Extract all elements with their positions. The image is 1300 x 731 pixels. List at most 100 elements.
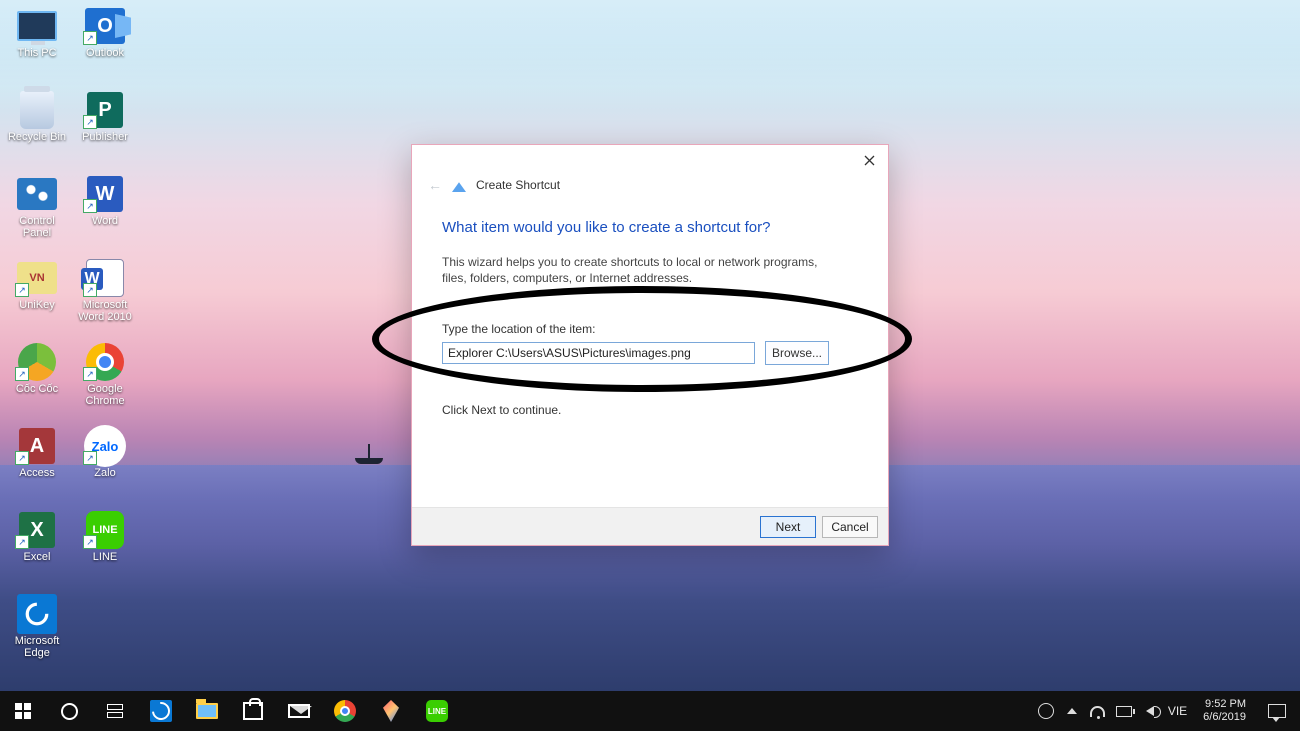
battery-button[interactable] [1116,703,1132,719]
cancel-button[interactable]: Cancel [822,516,878,538]
pc-icon [17,11,57,41]
windows-logo-icon [15,703,31,719]
taskbar-edge[interactable] [138,691,184,731]
line-icon: LINE [426,700,448,722]
search-icon [61,703,78,720]
desktop-icon-word-2010[interactable]: ↗ Microsoft Word 2010 [73,257,137,335]
speaker-icon [1146,706,1154,716]
edge-icon [150,700,172,722]
clock-time: 9:52 PM [1205,698,1246,711]
clock-button[interactable]: 9:52 PM 6/6/2019 [1195,698,1254,724]
store-icon [243,702,263,720]
dialog-heading: What item would you like to create a sho… [442,219,858,236]
sailboat-decoration [355,458,383,464]
shortcut-arrow-icon: ↗ [15,367,29,381]
shortcut-arrow-icon: ↗ [83,31,97,45]
wifi-icon [1090,706,1105,717]
desktop-icon-label: Zalo [94,467,115,479]
battery-icon [1116,706,1132,717]
desktop-icon-label: Control Panel [5,215,69,239]
desktop-icon-coccoc[interactable]: ↗ Cốc Cốc [5,341,69,419]
tray-overflow-button[interactable] [1064,703,1080,719]
dialog-footer: Next Cancel [412,507,888,545]
task-view-button[interactable] [92,691,138,731]
desktop-icon-excel[interactable]: X↗ Excel [5,509,69,587]
people-icon [1038,703,1054,719]
task-view-icon [107,704,123,718]
desktop-icon-publisher[interactable]: P↗ Publisher [73,89,137,167]
location-field-label: Type the location of the item: [442,322,858,336]
folder-icon [196,703,218,719]
desktop-icon-label: Microsoft Edge [5,635,69,659]
control-panel-icon [17,178,57,210]
desktop-icon-label: Word [92,215,118,227]
shortcut-arrow-icon: ↗ [83,283,97,297]
dialog-description: This wizard helps you to create shortcut… [442,254,822,286]
desktop-icon-word[interactable]: W↗ Word [73,173,137,251]
desktop-icon-label: LINE [93,551,117,563]
dialog-title: Create Shortcut [476,178,560,192]
shortcut-arrow-icon: ↗ [83,535,97,549]
maps-icon [383,700,399,722]
volume-button[interactable] [1142,703,1158,719]
desktop-icon-chrome[interactable]: ↗ Google Chrome [73,341,137,419]
desktop-icon-line[interactable]: LINE↗ LINE [73,509,137,587]
desktop-icon-grid: This PC O↗ Outlook Recycle Bin P↗ Publis… [5,5,137,671]
location-input[interactable] [442,342,755,364]
continue-hint: Click Next to continue. [442,403,858,417]
desktop-icon-label: Publisher [82,131,128,143]
next-button[interactable]: Next [760,516,816,538]
desktop-icon-label: Cốc Cốc [16,383,58,395]
create-shortcut-dialog: ← Create Shortcut What item would you li… [411,144,889,546]
search-button[interactable] [46,691,92,731]
desktop-icon-zalo[interactable]: Zalo↗ Zalo [73,425,137,503]
clock-date: 6/6/2019 [1203,711,1246,724]
taskbar-maps[interactable] [368,691,414,731]
start-button[interactable] [0,691,46,731]
close-icon [864,155,875,166]
desktop-icon-access[interactable]: A↗ Access [5,425,69,503]
desktop-icon-control-panel[interactable]: Control Panel [5,173,69,251]
shortcut-arrow-icon: ↗ [83,451,97,465]
taskbar-right: VIE 9:52 PM 6/6/2019 [1030,691,1300,731]
sky-highlight [0,0,1300,110]
taskbar: LINE VIE 9:52 PM 6/6/2019 [0,691,1300,731]
taskbar-mail[interactable] [276,691,322,731]
edge-icon [17,594,57,634]
shortcut-arrow-icon: ↗ [15,451,29,465]
ime-indicator[interactable]: VIE [1168,704,1187,718]
taskbar-line[interactable]: LINE [414,691,460,731]
desktop-icon-outlook[interactable]: O↗ Outlook [73,5,137,83]
shortcut-arrow-icon: ↗ [83,199,97,213]
desktop-icon-unikey[interactable]: VN↗ UniKey [5,257,69,335]
desktop-icon-label: Google Chrome [73,383,137,407]
desktop-icon-label: Recycle Bin [8,131,66,143]
desktop-icon-label: Access [19,467,54,479]
taskbar-chrome[interactable] [322,691,368,731]
desktop-icon-label: This PC [17,47,56,59]
shortcut-arrow-icon: ↗ [83,115,97,129]
shortcut-arrow-icon: ↗ [15,535,29,549]
taskbar-file-explorer[interactable] [184,691,230,731]
desktop-icon-this-pc[interactable]: This PC [5,5,69,83]
desktop-icon-edge[interactable]: Microsoft Edge [5,593,69,671]
taskbar-store[interactable] [230,691,276,731]
browse-button[interactable]: Browse... [765,341,829,365]
location-field-row: Browse... [442,341,858,365]
shortcut-arrow-icon: ↗ [83,367,97,381]
people-button[interactable] [1038,703,1054,719]
taskbar-left: LINE [0,691,460,731]
desktop-icon-recycle-bin[interactable]: Recycle Bin [5,89,69,167]
chevron-up-icon [1067,708,1077,714]
close-button[interactable] [860,151,878,169]
desktop-icon-label: Excel [24,551,51,563]
network-button[interactable] [1090,703,1106,719]
dialog-body: What item would you like to create a sho… [412,199,888,507]
desktop-icon-label: UniKey [19,299,54,311]
desktop-icon-label: Outlook [86,47,124,59]
system-tray: VIE [1030,703,1195,719]
back-arrow-icon[interactable]: ← [428,177,442,193]
dialog-header-row: ← Create Shortcut [412,175,888,199]
shortcut-wizard-icon [452,178,466,192]
action-center-button[interactable] [1254,691,1300,731]
